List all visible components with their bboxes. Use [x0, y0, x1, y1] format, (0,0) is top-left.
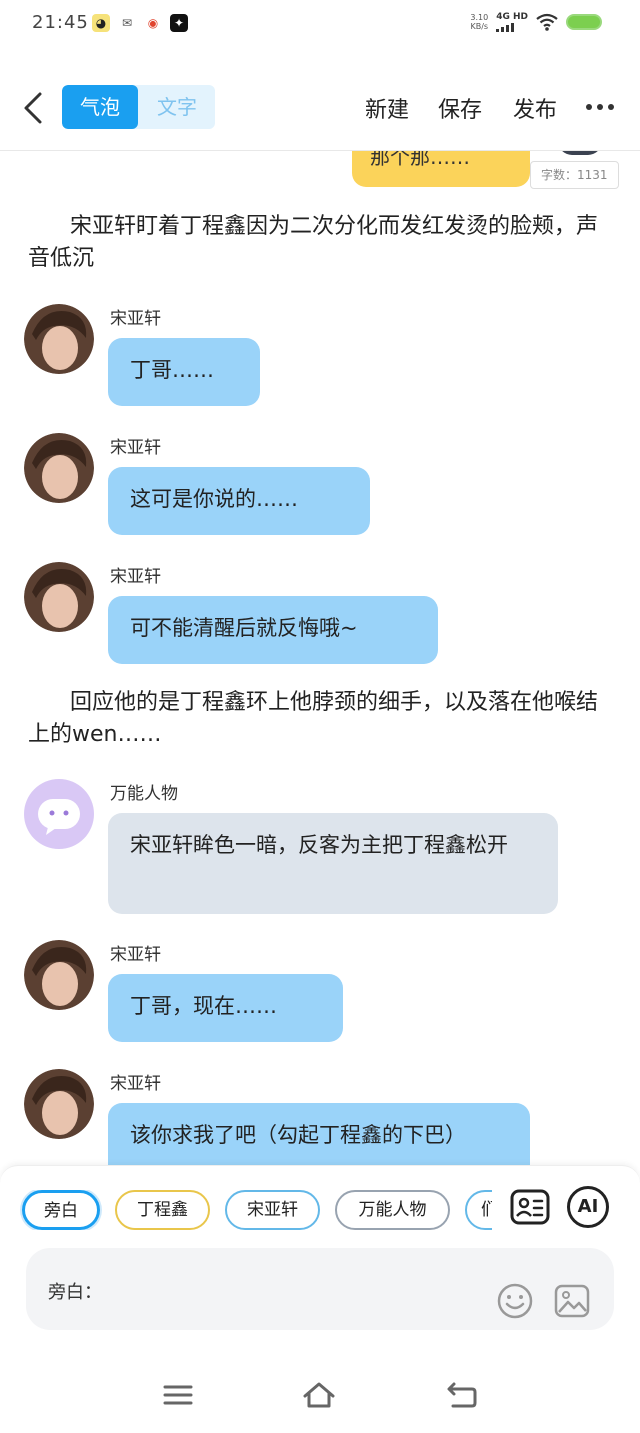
narration-text[interactable]: 宋亚轩盯着丁程鑫因为二次分化而发红发烫的脸颊，声音低沉 — [28, 211, 608, 275]
system-nav-bar — [0, 1356, 640, 1433]
chat-message[interactable]: 宋亚轩 丁哥…… — [24, 304, 624, 414]
chat-message[interactable]: 宋亚轩 这可是你说的…… — [24, 433, 624, 543]
image-icon[interactable] — [553, 1282, 591, 1320]
weibo-icon: ◉ — [147, 16, 159, 30]
message-bubble[interactable]: 该你求我了吧（勾起丁程鑫的下巴） — [108, 1103, 530, 1165]
chip-universal-character[interactable]: 万能人物 — [335, 1190, 450, 1230]
sparkle-app-icon: ✦ — [170, 14, 188, 32]
chip-narrator[interactable]: 旁白 — [22, 1190, 100, 1230]
ai-button[interactable]: AI — [567, 1186, 609, 1228]
message-bubble[interactable]: 丁哥…… — [108, 338, 260, 406]
tab-text[interactable]: 文字 — [139, 85, 215, 129]
message-bubble[interactable]: 宋亚轩眸色一暗，反客为主把丁程鑫松开 — [108, 813, 558, 914]
editor-header: 气泡 文字 新建 保存 发布 — [0, 60, 640, 151]
battery-icon — [566, 14, 602, 30]
avatar — [24, 433, 94, 503]
back-arrow-icon[interactable] — [20, 90, 46, 126]
chat-message[interactable]: 宋亚轩 可不能清醒后就反悔哦~ — [24, 562, 624, 672]
status-right: 3.10 KB/s 4G HD — [470, 12, 602, 32]
sender-name: 宋亚轩 — [110, 438, 161, 458]
avatar — [24, 1069, 94, 1139]
menu-icon[interactable] — [161, 1378, 195, 1412]
avatar — [24, 940, 94, 1010]
word-count-badge: 字数：1131 — [530, 161, 619, 189]
chip-ding-chengxin[interactable]: 丁程鑫 — [115, 1190, 210, 1230]
sender-name: 宋亚轩 — [110, 309, 161, 329]
more-options-icon[interactable] — [586, 104, 614, 110]
status-bar: 21:45 ◕ ✉ ◉ ✦ 3.10 KB/s 4G HD — [0, 0, 640, 50]
narration-text[interactable]: 回应他的是丁程鑫环上他脖颈的细手，以及落在他喉结上的wen…… — [28, 687, 608, 751]
character-card-icon[interactable] — [509, 1186, 551, 1228]
chip-more-character[interactable]: 们 — [465, 1190, 492, 1230]
avatar — [24, 562, 94, 632]
home-icon[interactable] — [302, 1378, 336, 1412]
tab-bubble[interactable]: 气泡 — [62, 85, 138, 129]
status-app-icons: ◕ ✉ ◉ ✦ — [92, 14, 188, 32]
chat-message[interactable]: 宋亚轩 该你求我了吧（勾起丁程鑫的下巴） — [24, 1069, 624, 1165]
sender-name: 万能人物 — [110, 784, 178, 804]
publish-button[interactable]: 发布 — [513, 92, 557, 124]
message-bubble[interactable]: 丁哥，现在…… — [108, 974, 343, 1042]
chat-message[interactable]: 万能人物 宋亚轩眸色一暗，反客为主把丁程鑫松开 — [24, 779, 624, 919]
chip-song-yaxuan[interactable]: 宋亚轩 — [225, 1190, 320, 1230]
cellular-icon: 4G HD — [496, 12, 528, 32]
save-button[interactable]: 保存 — [438, 92, 482, 124]
emoji-icon[interactable] — [496, 1282, 534, 1320]
sender-name: 宋亚轩 — [110, 1074, 161, 1094]
wifi-icon — [536, 13, 558, 31]
notification-app-icon: ◕ — [92, 14, 110, 32]
input-speaker-label: 旁白： — [48, 1282, 102, 1303]
wechat-icon: ✉ — [121, 16, 133, 30]
message-bubble[interactable]: 这可是你说的…… — [108, 467, 370, 535]
message-bubble[interactable]: 可不能清醒后就反悔哦~ — [108, 596, 438, 664]
mode-toggle: 气泡 文字 — [62, 85, 215, 129]
composer-panel: 旁白 丁程鑫 宋亚轩 万能人物 们 AI 旁白： — [0, 1165, 640, 1356]
universal-character-avatar — [24, 779, 94, 849]
sender-name: 宋亚轩 — [110, 945, 161, 965]
avatar — [558, 151, 602, 155]
net-speed: 3.10 KB/s — [470, 13, 489, 31]
message-bubble[interactable]: 那个那…… — [352, 151, 530, 187]
character-chips: 旁白 丁程鑫 宋亚轩 万能人物 们 — [20, 1190, 492, 1230]
status-time: 21:45 — [32, 12, 89, 33]
chat-message[interactable]: 宋亚轩 丁哥，现在…… — [24, 940, 624, 1050]
avatar — [24, 304, 94, 374]
chat-bubble-icon — [38, 799, 80, 835]
message-input[interactable]: 旁白： — [26, 1248, 614, 1330]
sender-name: 宋亚轩 — [110, 567, 161, 587]
new-button[interactable]: 新建 — [365, 92, 409, 124]
back-nav-icon[interactable] — [445, 1378, 479, 1412]
chat-content[interactable]: 那个那…… 字数：1131 宋亚轩盯着丁程鑫因为二次分化而发红发烫的脸颊，声音低… — [0, 151, 640, 1165]
